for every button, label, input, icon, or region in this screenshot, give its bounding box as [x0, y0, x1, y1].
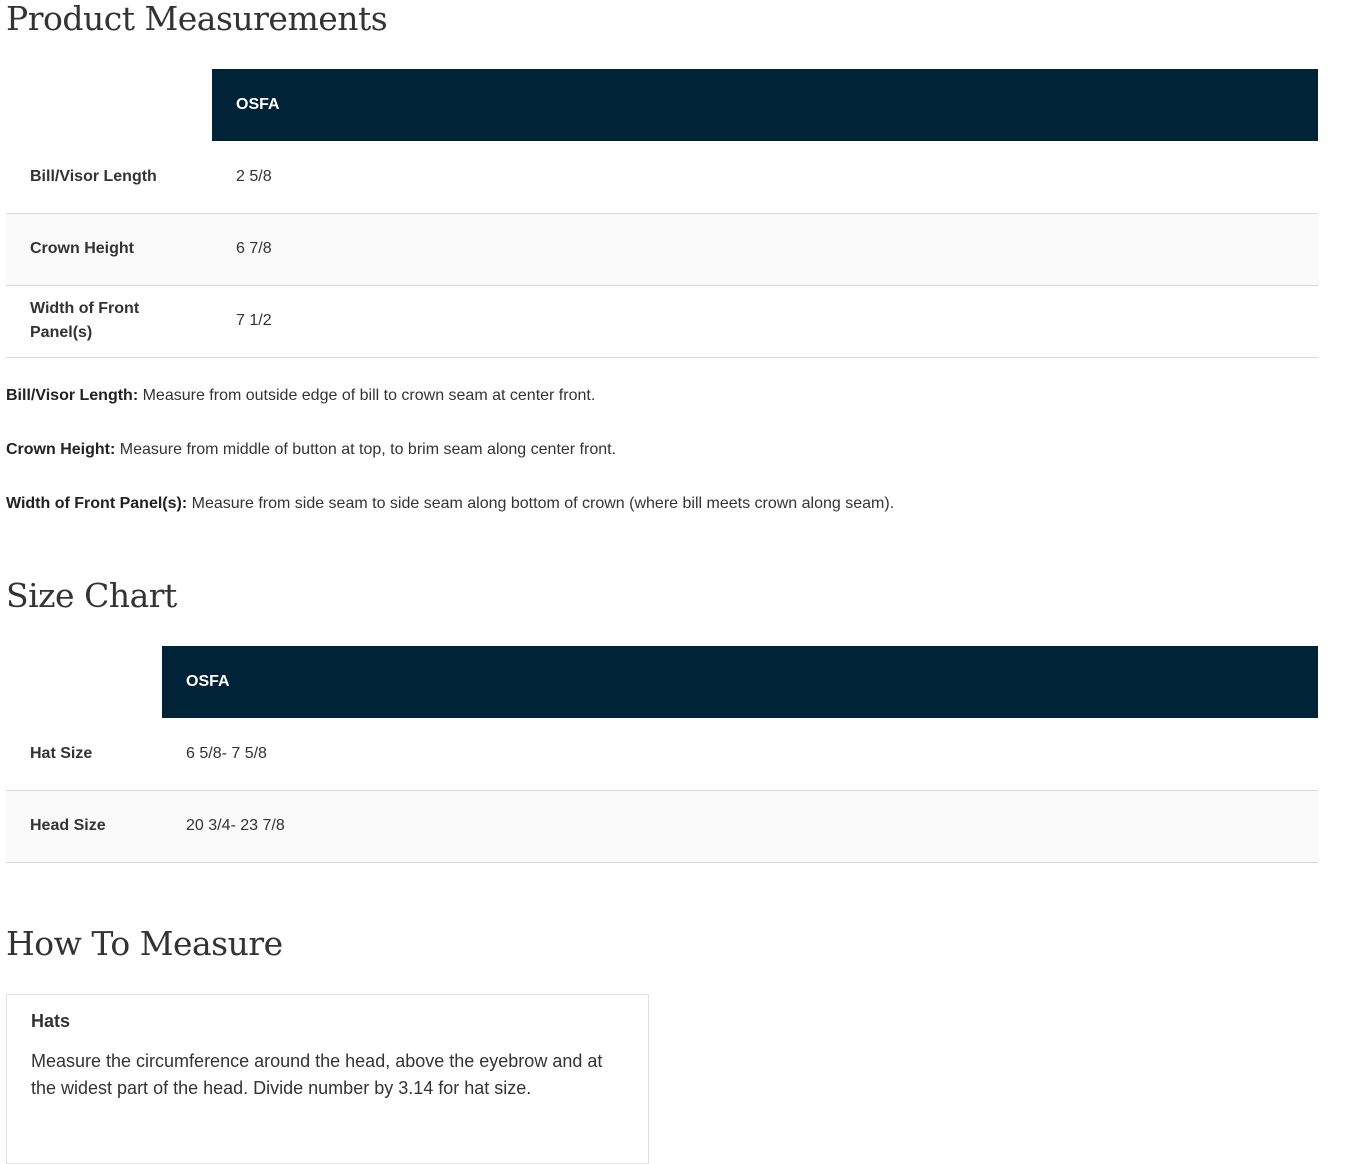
row-label: Width of Front Panel(s) [30, 300, 140, 341]
row-label: Hat Size [30, 744, 93, 762]
size-chart-title: Size Chart [6, 576, 177, 615]
note-bill-visor: Bill/Visor Length: Measure from outside … [6, 384, 1318, 408]
product-measurements-table: OSFA Bill/Visor Length 2 5/8 Crown Heigh… [6, 69, 1318, 358]
note-term: Crown Height: [6, 441, 116, 458]
note-text: Measure from middle of button at top, to… [115, 441, 617, 458]
measurement-notes: Bill/Visor Length: Measure from outside … [6, 384, 1318, 546]
card-title: Hats [31, 1011, 71, 1031]
row-value: 20 3/4- 23 7/8 [186, 817, 285, 834]
row-label: Crown Height [30, 240, 134, 257]
note-front-panel: Width of Front Panel(s): Measure from si… [6, 492, 1318, 516]
row-value: 2 5/8 [236, 167, 272, 185]
table-row: Head Size 20 3/4- 23 7/8 [6, 790, 1318, 862]
column-header-osfa: OSFA [162, 646, 1318, 718]
note-crown-height: Crown Height: Measure from middle of but… [6, 438, 1318, 462]
column-header-osfa: OSFA [212, 69, 1318, 141]
table-corner [6, 646, 162, 718]
table-row: Hat Size 6 5/8- 7 5/8 [6, 718, 1318, 790]
hats-measure-card: Hats Measure the circumference around th… [6, 994, 649, 1164]
note-term: Width of Front Panel(s): [6, 495, 188, 512]
table-row: Bill/Visor Length 2 5/8 [6, 141, 1318, 213]
note-term: Bill/Visor Length: [6, 387, 139, 404]
row-value: 7 1/2 [236, 312, 272, 329]
table-corner [6, 69, 212, 141]
note-text: Measure from outside edge of bill to cro… [138, 387, 596, 404]
how-to-measure-title: How To Measure [6, 924, 283, 963]
table-row: Crown Height 6 7/8 [6, 213, 1318, 285]
row-label: Bill/Visor Length [30, 167, 157, 185]
row-value: 6 7/8 [236, 240, 272, 257]
product-measurements-title: Product Measurements [6, 0, 388, 38]
note-text: Measure from side seam to side seam alon… [187, 495, 895, 512]
card-text: Measure the circumference around the hea… [31, 1051, 603, 1098]
row-value: 6 5/8- 7 5/8 [186, 744, 267, 762]
size-chart-table: OSFA Hat Size 6 5/8- 7 5/8 Head Size 20 … [6, 646, 1318, 863]
table-row: Width of Front Panel(s) 7 1/2 [6, 285, 1318, 357]
row-label: Head Size [30, 817, 106, 834]
